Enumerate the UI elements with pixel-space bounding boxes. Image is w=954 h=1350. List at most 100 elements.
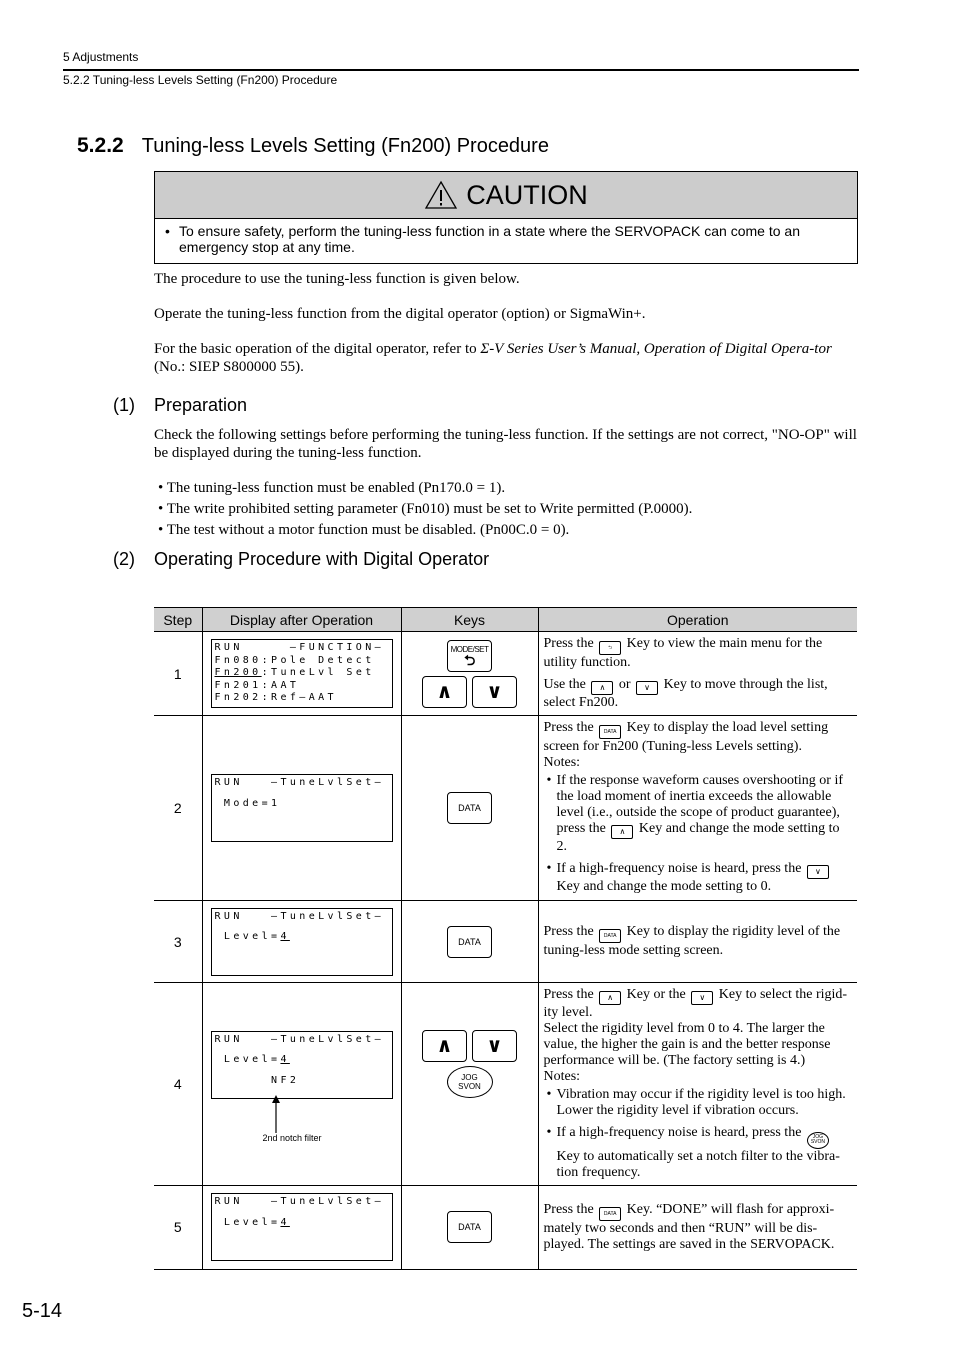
reference-number: (No.: SIEP S800000 55). [154, 359, 304, 375]
op-text: Key or the [626, 987, 686, 1002]
display-with-annotation: RUN —TuneLvlSet— Level=4 NF2 2nd notch f… [203, 1030, 401, 1151]
note-text: Key and change the mode setting to 0. [556, 879, 772, 894]
lcd-display: RUN —TuneLvlSet— Level=4 [210, 1193, 393, 1261]
down-key[interactable]: ∨ [472, 675, 517, 708]
up-key-icon: ∧ [611, 825, 634, 839]
lcd-notch-indicator: NF2 [214, 1074, 300, 1086]
op-text: or [618, 677, 631, 692]
down-key-icon: ∨ [806, 865, 829, 879]
bullet-text: The write prohibited setting parameter (… [166, 501, 693, 517]
up-key[interactable]: ∧ [422, 675, 467, 708]
lcd-cursor-value: 4 [280, 1216, 290, 1228]
running-header-chapter: 5 Adjustments [63, 50, 139, 64]
heading-text: Operating Procedure with Digital Operato… [154, 549, 490, 569]
lcd-line: Fn080:Pole Detect [214, 654, 375, 666]
keys-cell: DATA [400, 900, 539, 983]
op-text: Press the [543, 987, 594, 1002]
bullet-icon: • [546, 1125, 552, 1140]
table-row: 2 RUN —TuneLvlSet— Mode=1 DATA Press the… [154, 715, 857, 901]
key-label: DATA [458, 803, 481, 813]
lcd-line: Fn200:TuneLvl Set [215, 667, 389, 680]
lcd-line: Fn201:AAT [214, 679, 300, 691]
mode-set-key[interactable]: MODE/SET ⮌ [447, 639, 492, 672]
preparation-heading: (1) Preparation [113, 395, 247, 416]
up-key-icon: ∧ [591, 681, 614, 695]
op-text: Press the [543, 720, 594, 735]
operation-cell: Press the DATA Key to display the load l… [537, 715, 857, 901]
heading-text: Preparation [154, 395, 248, 415]
table-row: 3 RUN —TuneLvlSet— Level=4 DATA Press th… [154, 900, 857, 983]
data-key[interactable]: DATA [447, 792, 492, 824]
up-arrow-icon: ∧ [436, 681, 453, 703]
bullet-text: The tuning-less function must be enabled… [166, 480, 506, 496]
mode-set-key-icon: ⮌ [599, 641, 622, 655]
lcd-line: Level=4 [215, 931, 389, 944]
lcd-line: RUN —TuneLvlSet— [214, 1033, 385, 1045]
heading-number: (1) [113, 395, 135, 415]
annotation-arrow-icon [271, 1094, 280, 1133]
up-key[interactable]: ∧ [422, 1029, 467, 1062]
warning-triangle-icon [425, 180, 458, 209]
column-header-operation: Operation [537, 607, 857, 632]
display-cell: RUN —TuneLvlSet— Mode=1 [201, 715, 402, 901]
op-text: Key to move through the list, select Fn2… [543, 677, 828, 710]
column-header-keys: Keys [400, 607, 539, 632]
preparation-text: Check the following settings before perf… [154, 427, 857, 461]
bullet-text: The test without a motor function must b… [166, 522, 570, 538]
lcd-item-text: Level= [214, 1216, 281, 1228]
jog-svon-key[interactable]: JOG SVON [446, 1065, 493, 1098]
lcd-display: RUN —FUNCTION— Fn080:Pole Detect Fn200:Tun… [210, 639, 393, 708]
lcd-display: RUN —TuneLvlSet— Level=4 NF2 [210, 1030, 393, 1099]
lcd-line: RUN —TuneLvlSet— [214, 910, 385, 922]
down-key-icon: ∨ [691, 991, 714, 1005]
manual-reference: Σ-V Series User’s Manual, Operation of D… [480, 341, 832, 357]
data-key-icon: DATA [599, 929, 622, 943]
intro-paragraph-1: The procedure to use the tuning-less fun… [154, 271, 520, 287]
down-key[interactable]: ∨ [472, 1029, 517, 1062]
lcd-cursor-value: 4 [280, 1054, 290, 1066]
notes-label: Notes: [543, 755, 581, 770]
keys-cell: DATA [400, 715, 539, 901]
operation-cell: Press the DATA Key to display the rigidi… [537, 900, 857, 983]
lcd-line: RUN —FUNCTION— [214, 642, 385, 654]
procedure-heading: (2) Operating Procedure with Digital Oper… [113, 549, 489, 570]
note-text: If a high-frequency noise is heard, pres… [556, 1125, 802, 1140]
preparation-bullet: • The tuning-less function must be enabl… [158, 480, 506, 496]
display-cell: RUN —TuneLvlSet— Level=4 [201, 1184, 402, 1270]
bullet-icon: • [546, 861, 552, 876]
note-text: If a high-frequency noise is heard, pres… [556, 861, 802, 876]
key-label: SVON [458, 1081, 481, 1091]
key-label: DATA [458, 936, 481, 947]
down-key-icon: ∨ [636, 681, 659, 695]
bullet-icon: • [165, 223, 170, 239]
op-text: Select the rigidity level from 0 to 4. T… [543, 1021, 831, 1068]
return-arrow-icon: ⮌ [464, 652, 475, 668]
data-key[interactable]: DATA [447, 925, 492, 958]
lcd-display: RUN —TuneLvlSet— Level=4 [210, 907, 393, 976]
header-rule [63, 69, 859, 71]
step-number: 5 [154, 1184, 203, 1270]
keys-cell: DATA [400, 1184, 539, 1270]
notch-filter-annotation: 2nd notch filter [262, 1132, 322, 1143]
data-key[interactable]: DATA [447, 1211, 492, 1243]
table-row: 4 RUN —TuneLvlSet— Level=4 NF2 2nd notch… [154, 982, 857, 1186]
jog-svon-key-icon: JOG SVON [806, 1131, 829, 1149]
section-title-text: Tuning-less Levels Setting (Fn200) Proce… [141, 135, 549, 157]
keys-cell: ∧ ∨ JOG SVON [400, 982, 539, 1186]
lcd-display: RUN —TuneLvlSet— Mode=1 [210, 774, 393, 842]
section-number: 5.2.2 [77, 134, 124, 157]
note-text: Key to automatically set a notch filter … [556, 1148, 840, 1180]
lcd-cursor-value: 4 [280, 931, 290, 943]
step-number: 3 [154, 900, 203, 983]
display-cell: RUN —FUNCTION— Fn080:Pole Detect Fn200:Tun… [201, 631, 402, 716]
lcd-line: Mode=1 [214, 797, 281, 809]
step-number: 1 [154, 631, 203, 716]
column-header-display: Display after Operation [201, 607, 402, 632]
note-item: • If a high-frequency noise is heard, pre… [544, 1125, 853, 1181]
display-cell: RUN —TuneLvlSet— Level=4 [201, 900, 402, 983]
keys-cell: MODE/SET ⮌ ∧ ∨ [400, 631, 539, 716]
data-key-icon: DATA [599, 1206, 622, 1221]
procedure-table: Step Display after Operation Keys Operat… [154, 607, 857, 1270]
op-text: Press the [543, 1201, 594, 1217]
operation-cell: Press the DATA Key. “DONE” will flash fo… [537, 1184, 857, 1270]
